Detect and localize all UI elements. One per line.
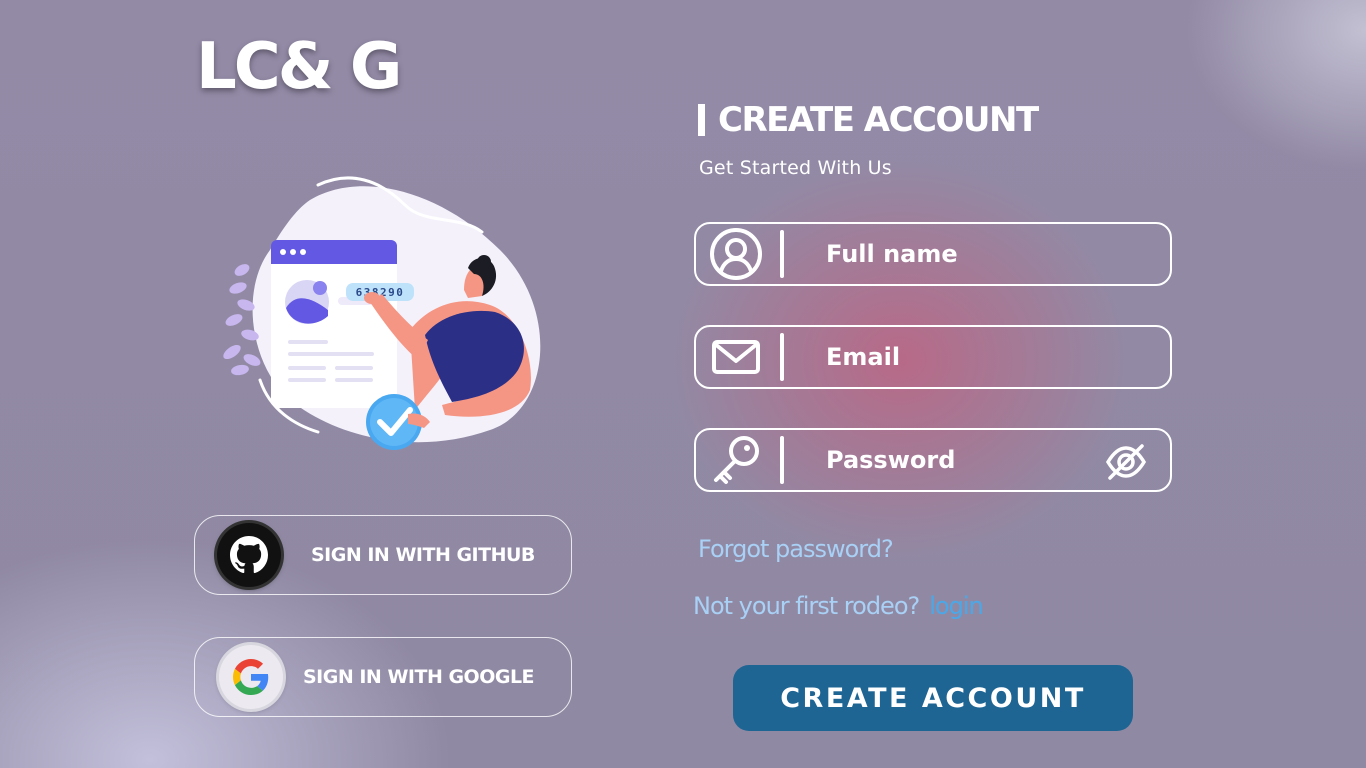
github-signin-button[interactable]: SIGN IN WITH GITHUB [194,515,572,595]
email-input[interactable] [826,343,1086,371]
form-title: CREATE ACCOUNT [718,100,1039,140]
login-prompt-text: Not your first rodeo? [693,592,920,620]
google-signin-label: SIGN IN WITH GOOGLE [303,666,535,688]
github-icon [217,523,281,587]
email-divider [780,333,784,381]
key-icon [706,430,766,490]
password-input[interactable] [826,446,1086,474]
login-link[interactable]: login [929,592,983,620]
email-field[interactable] [694,325,1172,389]
fullname-field[interactable] [694,222,1172,286]
login-prompt: Not your first rodeo? login [693,592,984,620]
google-signin-button[interactable]: SIGN IN WITH GOOGLE [194,637,572,717]
password-divider [780,436,784,484]
create-account-button[interactable]: CREATE ACCOUNT [733,665,1133,731]
github-signin-label: SIGN IN WITH GITHUB [311,544,535,566]
google-icon [219,645,283,709]
fullname-input[interactable] [826,240,1086,268]
fullname-divider [780,230,784,278]
signup-illustration: 638290 [223,176,541,450]
password-field[interactable] [694,428,1172,492]
form-subtitle: Get Started With Us [699,157,892,179]
user-icon [706,224,766,284]
eye-off-icon[interactable] [1104,442,1148,482]
title-accent-bar [698,104,705,136]
brand-logo: LC& G [196,30,402,104]
forgot-password-link[interactable]: Forgot password? [698,535,894,563]
mail-icon [706,327,766,387]
